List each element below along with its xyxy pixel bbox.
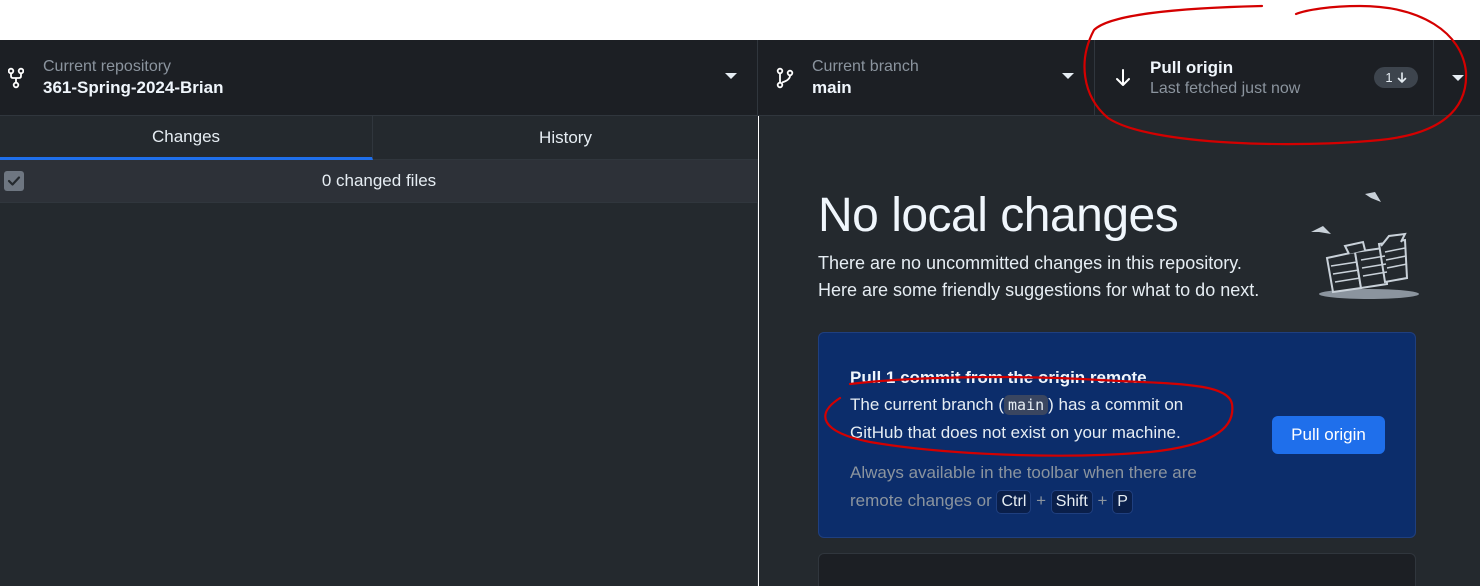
page-title: No local changes — [818, 189, 1179, 242]
arrow-down-icon — [1113, 67, 1133, 89]
toolbar: Current repository 361-Spring-2024-Brian… — [0, 40, 1480, 116]
pull-options-dropdown[interactable] — [1435, 40, 1480, 115]
next-suggestion-card — [818, 553, 1416, 586]
branch-name: main — [812, 77, 852, 97]
repo-name: 361-Spring-2024-Brian — [43, 77, 224, 97]
pull-count-badge: 1 — [1374, 67, 1418, 88]
kbd-shift: Shift — [1050, 490, 1093, 514]
kbd-plus: + — [1097, 491, 1108, 510]
page-description: There are no uncommitted changes in this… — [818, 250, 1298, 304]
kbd-p: P — [1112, 490, 1133, 514]
chevron-down-icon — [1451, 74, 1464, 81]
branch-label: Current branch — [812, 57, 919, 75]
repo-label: Current repository — [43, 57, 172, 75]
kbd-ctrl: Ctrl — [996, 490, 1032, 514]
card-title: Pull 1 commit from the origin remote — [850, 368, 1147, 387]
main-panel: No local changes There are no uncommitte… — [759, 116, 1480, 586]
select-all-checkbox[interactable] — [4, 171, 24, 191]
changed-files-header: 0 changed files — [0, 160, 758, 203]
empty-state-illustration — [1311, 192, 1419, 299]
branch-code: main — [1004, 395, 1049, 415]
current-branch-button[interactable]: Current branch main — [759, 40, 1095, 115]
changed-files-count: 0 changed files — [321, 171, 437, 190]
pull-origin-toolbar-button[interactable]: Pull origin Last fetched just now 1 — [1096, 40, 1434, 115]
current-repository-button[interactable]: Current repository 361-Spring-2024-Brian — [0, 40, 758, 115]
sidebar-tabs: Changes History — [0, 116, 758, 160]
card-body: The current branch (main) has a commit o… — [850, 391, 1230, 447]
chevron-down-icon — [1062, 73, 1074, 79]
branch-icon — [775, 67, 795, 89]
pull-origin-button[interactable]: Pull origin — [1272, 416, 1385, 454]
pull-count: 1 — [1385, 70, 1393, 85]
repo-icon — [6, 67, 26, 89]
chevron-down-icon — [725, 73, 737, 79]
description-line-1: There are no uncommitted changes in this… — [818, 253, 1242, 273]
pull-subtitle: Last fetched just now — [1150, 79, 1301, 97]
description-line-2: Here are some friendly suggestions for w… — [818, 280, 1260, 300]
top-whitespace — [0, 0, 1480, 40]
tab-changes[interactable]: Changes — [0, 116, 373, 160]
pull-suggestion-card: Pull 1 commit from the origin remote The… — [818, 332, 1416, 538]
changes-sidebar: Changes History 0 changed files — [0, 116, 758, 586]
checkmark-icon — [7, 176, 21, 186]
arrow-down-small-icon — [1397, 71, 1406, 83]
pull-title: Pull origin — [1150, 57, 1234, 77]
card-hint: Always available in the toolbar when the… — [850, 459, 1240, 515]
card-body-text-start: The current branch ( — [850, 395, 1005, 414]
tab-history[interactable]: History — [373, 116, 758, 160]
kbd-plus: + — [1036, 491, 1047, 510]
